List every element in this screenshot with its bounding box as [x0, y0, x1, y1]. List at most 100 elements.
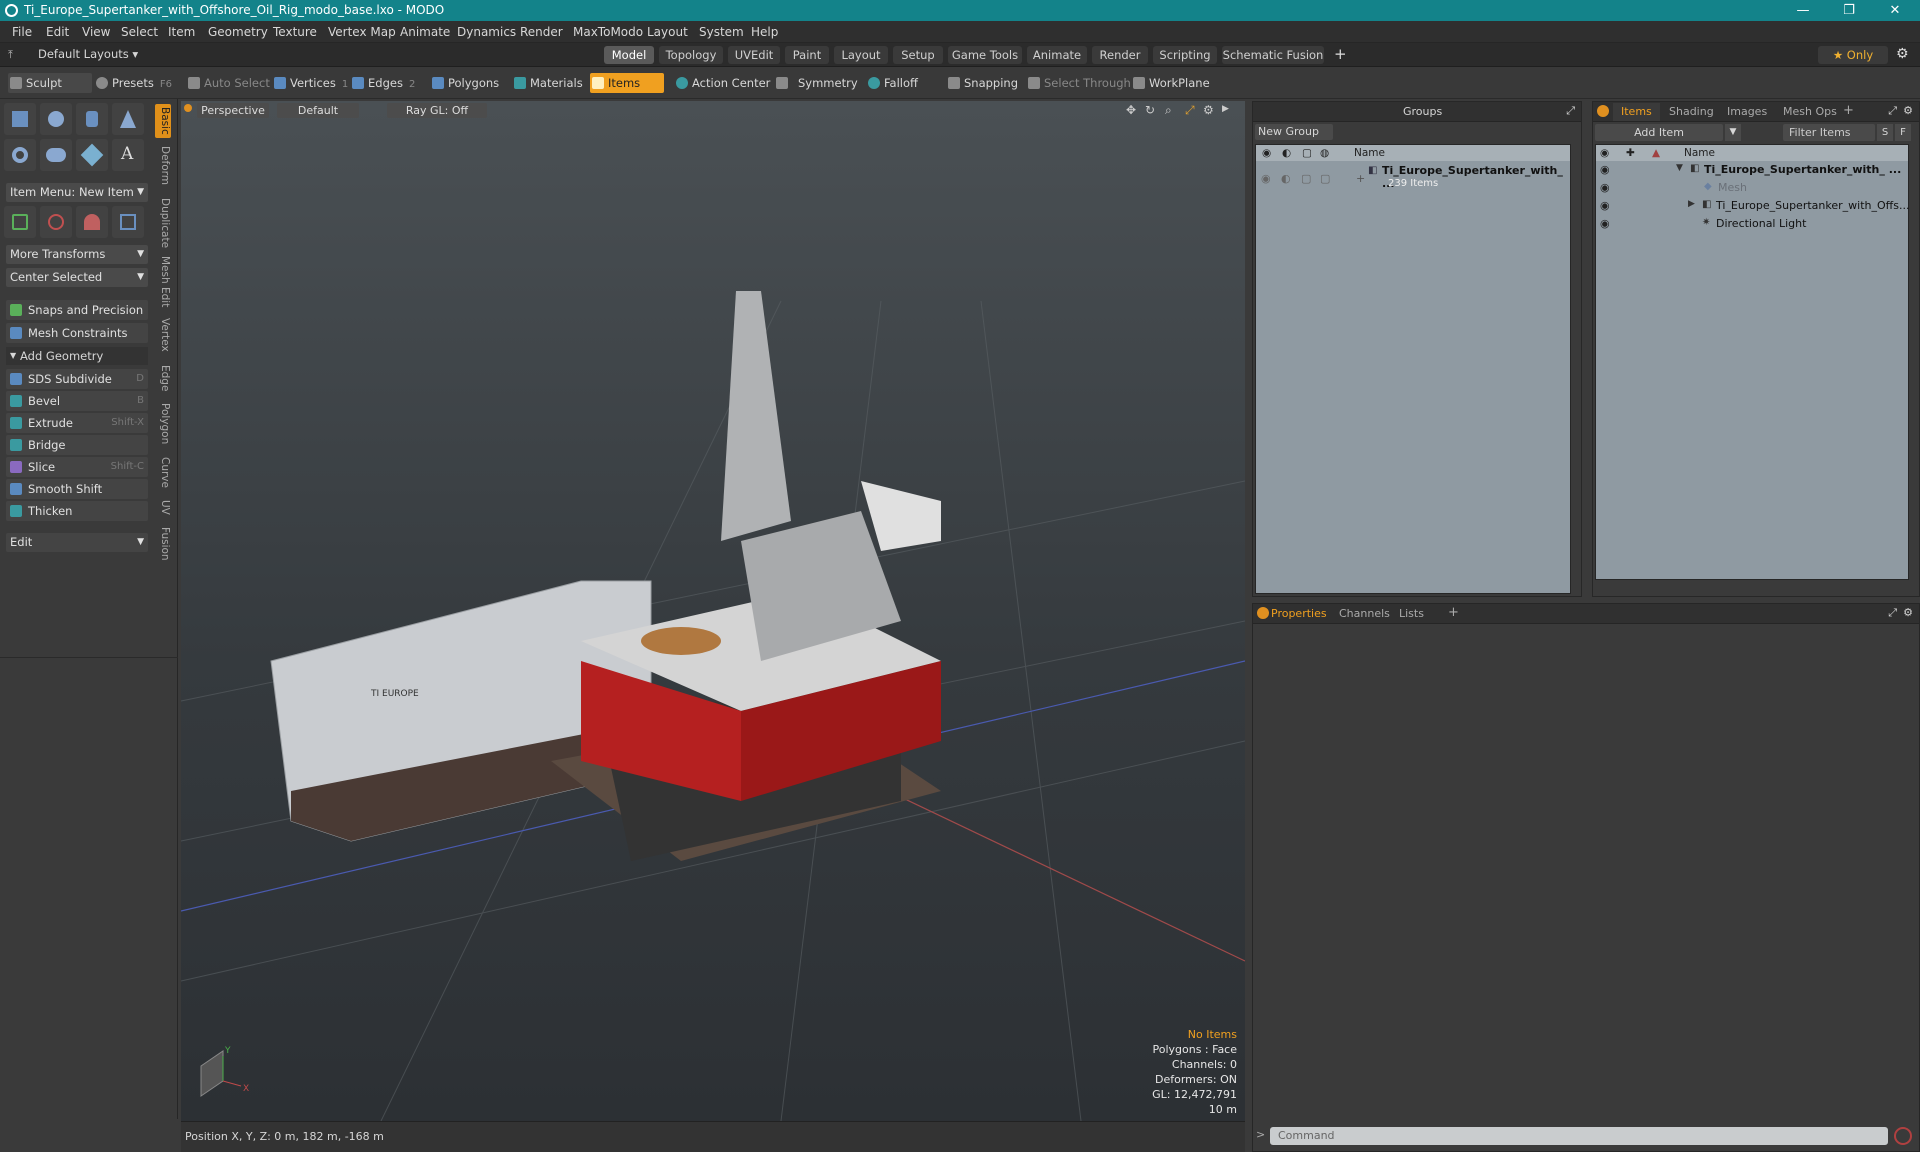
menu-texture[interactable]: Texture: [273, 25, 317, 39]
tab-uvedit[interactable]: UVEdit: [728, 46, 780, 64]
groups-list[interactable]: ◉ ◐ ▢ ◍ Name ◉ ◐ ▢ ▢ + ◧ Ti_Europe_Super…: [1255, 144, 1571, 594]
center-selected-dropdown[interactable]: Center Selected ▼: [6, 268, 148, 287]
move-tool-icon[interactable]: [4, 206, 36, 238]
tab-topology[interactable]: Topology: [659, 46, 723, 64]
menu-render[interactable]: Render: [520, 25, 563, 39]
minimize-button[interactable]: —: [1780, 0, 1826, 21]
menu-file[interactable]: File: [12, 25, 32, 39]
add-tab-icon[interactable]: +: [1843, 103, 1854, 118]
menu-animate[interactable]: Animate: [400, 25, 450, 39]
row-eye-icon[interactable]: ◉: [1261, 172, 1271, 185]
only-toggle[interactable]: ★ Only: [1818, 46, 1888, 64]
menu-select[interactable]: Select: [121, 25, 158, 39]
tab-items[interactable]: Items: [1613, 103, 1660, 121]
bevel-button[interactable]: Bevel B: [6, 391, 148, 411]
shading-dropdown[interactable]: Default: [277, 103, 359, 118]
expand-plus-icon[interactable]: +: [1356, 172, 1365, 185]
menu-layout[interactable]: Layout: [647, 25, 688, 39]
add-item-button[interactable]: Add Item: [1595, 124, 1723, 141]
item-row[interactable]: ◉ ▶ ◧ Ti_Europe_Supertanker_with_Offs...: [1596, 199, 1909, 215]
vtab-vertex[interactable]: Vertex: [155, 314, 171, 356]
tab-paint[interactable]: Paint: [785, 46, 829, 64]
item-menu-dropdown[interactable]: Item Menu: New Item ▼: [6, 183, 148, 202]
settings-icon[interactable]: ⚙: [1903, 104, 1913, 117]
menu-geometry[interactable]: Geometry: [208, 25, 268, 39]
menu-view[interactable]: View: [82, 25, 110, 39]
record-icon[interactable]: [1894, 1127, 1912, 1145]
vtab-curve[interactable]: Curve: [155, 454, 171, 490]
viewport-more-icon[interactable]: ▶: [1222, 104, 1229, 114]
expand-arrow-icon[interactable]: ▶: [1688, 199, 1695, 209]
vtab-duplicate[interactable]: Duplicate: [155, 196, 171, 250]
transform-tool-icon[interactable]: [112, 206, 144, 238]
vtab-edge[interactable]: Edge: [155, 362, 171, 394]
row-eye-icon[interactable]: ◉: [1600, 181, 1610, 194]
collapse-arrow-icon[interactable]: ▼: [1676, 163, 1683, 173]
tab-schematic-fusion[interactable]: Schematic Fusion: [1222, 46, 1324, 64]
sds-subdivide-button[interactable]: SDS Subdivide D: [6, 369, 148, 389]
3d-viewport[interactable]: TI EUROPE Y X Perspective Default Ray GL…: [181, 101, 1245, 1121]
presets-button[interactable]: Presets F6: [94, 73, 172, 93]
expand-icon[interactable]: ⤢: [1888, 606, 1897, 620]
row-lock-icon[interactable]: ▢: [1301, 172, 1311, 185]
items-button[interactable]: Items: [590, 73, 664, 93]
vtab-deform[interactable]: Deform: [155, 144, 171, 188]
group-row[interactable]: ◉ ◐ ▢ ▢ + ◧ Ti_Europe_Supertanker_with_ …: [1256, 163, 1570, 195]
filter-f-button[interactable]: F: [1895, 124, 1911, 141]
materials-button[interactable]: Materials: [512, 73, 583, 93]
symmetry-button[interactable]: Symmetry: [774, 73, 858, 93]
menu-maxtomodo[interactable]: MaxToModo: [573, 25, 643, 39]
polygons-button[interactable]: Polygons: [430, 73, 499, 93]
edit-dropdown[interactable]: Edit ▼: [6, 533, 148, 552]
vtab-polygon[interactable]: Polygon: [155, 400, 171, 448]
tab-lists[interactable]: Lists: [1399, 607, 1424, 620]
vtab-basic[interactable]: Basic: [155, 104, 171, 138]
add-geometry-header[interactable]: ▼ Add Geometry: [6, 347, 148, 365]
tab-layout[interactable]: Layout: [834, 46, 888, 64]
auto-select-button[interactable]: Auto Select: [186, 73, 270, 93]
row-select-icon[interactable]: ▢: [1320, 172, 1330, 185]
tab-setup[interactable]: Setup: [893, 46, 943, 64]
row-eye-icon[interactable]: ◉: [1600, 217, 1610, 230]
tab-channels[interactable]: Channels: [1339, 607, 1390, 620]
layout-expand-icon[interactable]: ⤒: [8, 48, 13, 62]
vtab-fusion[interactable]: Fusion: [155, 524, 171, 564]
more-transforms-dropdown[interactable]: More Transforms ▼: [6, 245, 148, 264]
tab-scripting[interactable]: Scripting: [1153, 46, 1217, 64]
capsule-primitive-icon[interactable]: [40, 139, 72, 171]
add-item-dropdown-icon[interactable]: ▼: [1725, 124, 1741, 141]
menu-dynamics[interactable]: Dynamics: [457, 25, 516, 39]
add-tab-button[interactable]: +: [1334, 45, 1347, 63]
settings-icon[interactable]: ⚙: [1903, 606, 1913, 619]
smooth-shift-button[interactable]: Smooth Shift: [6, 479, 148, 499]
rotate-tool-icon[interactable]: [40, 206, 72, 238]
torus-primitive-icon[interactable]: [4, 139, 36, 171]
menu-system[interactable]: System: [699, 25, 744, 39]
tab-mesh-ops[interactable]: Mesh Ops: [1783, 105, 1837, 118]
pan-icon[interactable]: ✥: [1126, 103, 1136, 117]
tab-model[interactable]: Model: [604, 46, 654, 64]
item-row[interactable]: ◉ ✷ Directional Light: [1596, 217, 1908, 233]
close-button[interactable]: ✕: [1872, 0, 1918, 21]
menu-vertex-map[interactable]: Vertex Map: [328, 25, 396, 39]
fit-view-icon[interactable]: ⤢: [1185, 103, 1195, 118]
menu-edit[interactable]: Edit: [46, 25, 69, 39]
menu-item[interactable]: Item: [168, 25, 195, 39]
snapping-button[interactable]: Snapping: [946, 73, 1018, 93]
view-type-dropdown[interactable]: Perspective: [197, 103, 269, 118]
tab-animate[interactable]: Animate: [1027, 46, 1087, 64]
sphere-primitive-icon[interactable]: [40, 103, 72, 135]
expand-icon[interactable]: ⤢: [1566, 104, 1575, 118]
default-layouts-dropdown[interactable]: Default Layouts ▾: [38, 47, 138, 61]
expand-icon[interactable]: ⤢: [1888, 104, 1897, 118]
gear-icon[interactable]: ⚙: [1896, 46, 1909, 62]
add-tab-icon[interactable]: +: [1448, 605, 1459, 620]
vtab-uv[interactable]: UV: [155, 496, 171, 518]
command-input[interactable]: Command: [1270, 1127, 1888, 1145]
row-render-icon[interactable]: ◐: [1281, 172, 1291, 185]
filter-s-button[interactable]: S: [1877, 124, 1893, 141]
action-center-button[interactable]: Action Center: [674, 73, 770, 93]
new-group-button[interactable]: New Group: [1255, 124, 1333, 140]
workplane-button[interactable]: WorkPlane: [1131, 73, 1210, 93]
thicken-button[interactable]: Thicken: [6, 501, 148, 521]
